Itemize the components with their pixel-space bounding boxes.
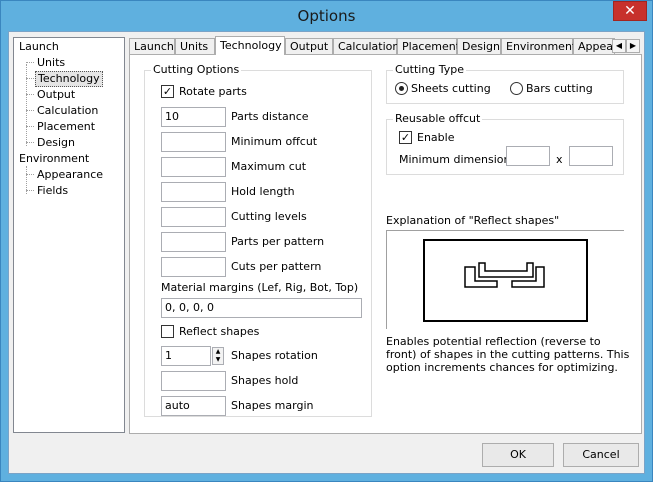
cutting-levels-input[interactable] [161, 207, 226, 227]
tab-units[interactable]: Units [175, 38, 215, 55]
reflect-shapes-checkbox[interactable] [161, 325, 174, 338]
reusable-offcut-group: Reusable offcut ✓ Enable Minimum dimensi… [386, 112, 624, 175]
parts-per-pattern-input[interactable] [161, 232, 226, 252]
tree-item-launch[interactable]: Launch [17, 39, 61, 55]
hold-length-input[interactable] [161, 182, 226, 202]
shapes-rotation-spinner[interactable]: ▲ ▼ [212, 347, 224, 365]
tab-strip: Launch Units Technology Output Calculati… [129, 36, 643, 55]
enable-offcut-checkbox[interactable]: ✓ [399, 131, 412, 144]
sheets-cutting-radio[interactable] [395, 82, 408, 95]
explanation-picture-frame [386, 230, 624, 329]
tab-technology[interactable]: Technology [215, 36, 285, 55]
tree-item-environment[interactable]: Environment [17, 151, 91, 167]
tab-calculation[interactable]: Calculation [333, 38, 399, 55]
tab-environment[interactable]: Environment [501, 38, 576, 55]
parts-per-pattern-label: Parts per pattern [231, 235, 325, 248]
cuts-per-pattern-input[interactable] [161, 257, 226, 277]
radio-selected-dot [399, 86, 404, 91]
tree-connector [26, 110, 34, 111]
tree-item-fields[interactable]: Fields [35, 183, 70, 199]
spin-up-icon[interactable]: ▲ [213, 348, 223, 356]
tree-item-calculation[interactable]: Calculation [35, 103, 100, 119]
enable-offcut-label: Enable [417, 131, 455, 144]
reflect-shapes-label: Reflect shapes [179, 325, 260, 338]
tree-connector [26, 94, 34, 95]
bars-cutting-radio[interactable] [510, 82, 523, 95]
material-margins-label: Material margins (Lef, Rig, Bot, Top) [161, 281, 359, 294]
tree-item-design[interactable]: Design [35, 135, 77, 151]
title-bar: Options ✕ [1, 1, 652, 31]
hold-length-label: Hold length [231, 185, 295, 198]
offcut-height-input[interactable] [569, 146, 613, 166]
material-margins-input[interactable]: 0, 0, 0, 0 [161, 298, 362, 318]
bars-cutting-label: Bars cutting [526, 82, 593, 95]
parts-distance-input[interactable]: 10 [161, 107, 226, 127]
explanation-text: Enables potential reflection (reverse to… [386, 335, 630, 374]
tree-connector [26, 126, 34, 127]
options-tree: Launch Units Technology Output Calculati… [13, 37, 125, 433]
tree-item-technology[interactable]: Technology [35, 71, 103, 87]
technology-panel: Cutting Options ✓ Rotate parts 10 Parts … [129, 54, 642, 434]
tab-scroll-right-icon[interactable]: ▶ [626, 39, 640, 53]
tab-scroll-left-icon[interactable]: ◀ [612, 39, 626, 53]
shapes-rotation-label: Shapes rotation [231, 349, 318, 362]
tree-item-placement[interactable]: Placement [35, 119, 97, 135]
options-window: Options ✕ Launch Units Technology Output… [0, 0, 653, 482]
minimum-offcut-input[interactable] [161, 132, 226, 152]
window-title: Options [297, 7, 356, 25]
cutting-type-group: Cutting Type Sheets cutting Bars cutting [386, 63, 624, 104]
reusable-offcut-title: Reusable offcut [393, 112, 483, 125]
tree-connector [26, 64, 27, 146]
explanation-title: Explanation of "Reflect shapes" [386, 214, 560, 227]
spin-down-icon[interactable]: ▼ [213, 356, 223, 364]
tree-item-units[interactable]: Units [35, 55, 67, 71]
shapes-margin-label: Shapes margin [231, 399, 314, 412]
rotate-parts-checkbox[interactable]: ✓ [161, 85, 174, 98]
tree-connector [26, 142, 34, 143]
tree-connector [26, 62, 34, 63]
tab-launch[interactable]: Launch [129, 38, 175, 55]
tree-item-appearance[interactable]: Appearance [35, 167, 105, 183]
tab-appearance[interactable]: Appea [573, 38, 615, 55]
ok-button[interactable]: OK [482, 443, 554, 467]
cancel-button[interactable]: Cancel [563, 443, 639, 467]
tree-connector [26, 174, 34, 175]
shapes-margin-input[interactable]: auto [161, 396, 226, 416]
min-dimensions-label: Minimum dimensions [399, 153, 517, 166]
rotate-parts-label: Rotate parts [179, 85, 247, 98]
tree-connector [26, 78, 34, 79]
close-icon[interactable]: ✕ [613, 1, 647, 21]
sheet-outline [423, 239, 588, 322]
dialog-client: Launch Units Technology Output Calculati… [8, 31, 645, 474]
cutting-options-title: Cutting Options [151, 63, 242, 76]
tab-placement[interactable]: Placement [397, 38, 460, 55]
offcut-width-input[interactable] [506, 146, 550, 166]
cuts-per-pattern-label: Cuts per pattern [231, 260, 322, 273]
cutting-type-title: Cutting Type [393, 63, 467, 76]
shapes-rotation-input[interactable]: 1 [161, 346, 211, 366]
cutting-levels-label: Cutting levels [231, 210, 307, 223]
shapes-hold-label: Shapes hold [231, 374, 299, 387]
shapes-hold-input[interactable] [161, 371, 226, 391]
reflect-shapes-diagram [423, 239, 588, 322]
tab-design[interactable]: Design [457, 38, 501, 55]
dimension-x-label: x [556, 153, 563, 166]
maximum-cut-input[interactable] [161, 157, 226, 177]
maximum-cut-label: Maximum cut [231, 160, 307, 173]
sheets-cutting-label: Sheets cutting [411, 82, 491, 95]
tree-connector [26, 190, 34, 191]
tab-output[interactable]: Output [285, 38, 333, 55]
tree-item-output[interactable]: Output [35, 87, 77, 103]
cutting-options-group: Cutting Options ✓ Rotate parts 10 Parts … [144, 63, 372, 417]
parts-distance-label: Parts distance [231, 110, 309, 123]
minimum-offcut-label: Minimum offcut [231, 135, 318, 148]
